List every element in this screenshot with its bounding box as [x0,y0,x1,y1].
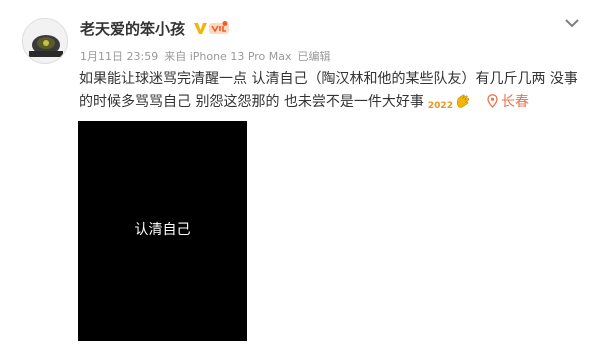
post-text-line2: 的时候多骂骂自己 别怨这怨那的 也未尝不是一件大好事 2022 长春 [79,91,599,118]
post-edited[interactable]: 已编辑 [298,50,331,63]
vip-badge-icon[interactable] [208,20,230,36]
more-chevron-icon[interactable] [562,16,582,30]
post-text-line1: 如果能让球迷骂完清醒一点 认清自己（陶汉林和他的某些队友）有几斤几两 没事 [79,71,578,87]
post-source: 来自 iPhone 13 Pro Max [164,50,292,63]
image-caption: 认清自己 [134,222,191,238]
verified-v-icon [194,23,207,34]
author-avatar[interactable] [22,18,68,64]
post-text-line2-body: 的时候多骂骂自己 别怨这怨那的 也未尝不是一件大好事 [79,94,424,110]
location-pin-icon [487,94,498,108]
post-date[interactable]: 1月11日 23:59 [80,50,158,63]
badge-2022: 2022 [427,101,453,111]
location-name: 长春 [500,94,529,110]
post-image[interactable]: 认清自己 [78,121,247,341]
location-link[interactable]: 长春 [487,91,529,114]
clap-emoji-icon [456,94,470,108]
post-text: 如果能让球迷骂完清醒一点 认清自己（陶汉林和他的某些队友）有几斤几两 没事 的时… [79,68,599,118]
post-meta: 1月11日 23:59 来自 iPhone 13 Pro Max 已编辑 [80,50,331,64]
author-name[interactable]: 老天爱的笨小孩 [80,19,185,39]
